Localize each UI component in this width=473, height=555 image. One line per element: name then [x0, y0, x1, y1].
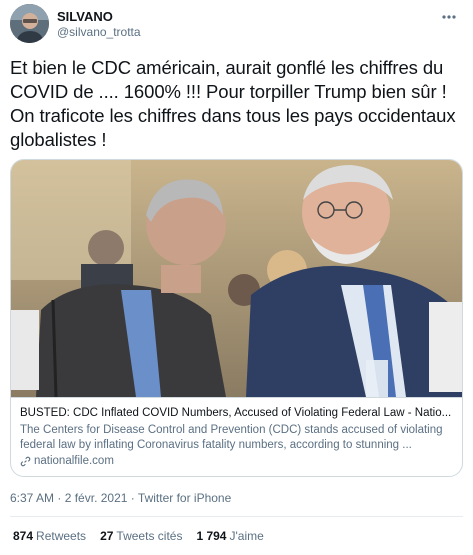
tweet-text: Et bien le CDC américain, aurait gonflé … [10, 57, 456, 150]
divider [10, 516, 463, 517]
card-description: The Centers for Disease Control and Prev… [20, 424, 443, 451]
quotes-label: Tweets cités [116, 529, 183, 543]
likes-stat[interactable]: 1 794 J'aime [196, 529, 263, 543]
quotes-stat[interactable]: 27 Tweets cités [100, 529, 182, 543]
retweets-label: Retweets [36, 529, 87, 543]
tweet-date[interactable]: 2 févr. 2021 [65, 491, 128, 505]
more-icon[interactable] [439, 10, 459, 24]
author-name[interactable]: SILVANO [57, 9, 113, 24]
likes-label: J'aime [229, 529, 264, 543]
tweet-client[interactable]: Twitter for iPhone [138, 491, 231, 505]
avatar[interactable] [10, 4, 49, 43]
card-body: BUSTED: CDC Inflated COVID Numbers, Accu… [11, 397, 462, 476]
link-icon [20, 456, 31, 467]
meta-separator: · [57, 491, 62, 505]
likes-count: 1 794 [196, 529, 227, 543]
meta-separator: · [130, 491, 135, 505]
retweets-count: 874 [13, 529, 34, 543]
card-title: BUSTED: CDC Inflated COVID Numbers, Accu… [20, 407, 452, 419]
tweet-header: SILVANO @silvano_trotta [10, 4, 463, 44]
tweet-time[interactable]: 6:37 AM [10, 491, 54, 505]
link-card[interactable]: BUSTED: CDC Inflated COVID Numbers, Accu… [10, 159, 463, 477]
card-source: nationalfile.com [20, 454, 455, 469]
tweet-meta: 6:37 AM · 2 févr. 2021 · Twitter for iPh… [10, 491, 231, 505]
card-image [11, 160, 462, 397]
card-source-domain: nationalfile.com [34, 455, 114, 467]
tweet-stats: 874 Retweets 27 Tweets cités 1 794 J'aime [13, 529, 264, 543]
quotes-count: 27 [100, 529, 114, 543]
author-handle[interactable]: @silvano_trotta [57, 25, 141, 39]
retweets-stat[interactable]: 874 Retweets [13, 529, 86, 543]
